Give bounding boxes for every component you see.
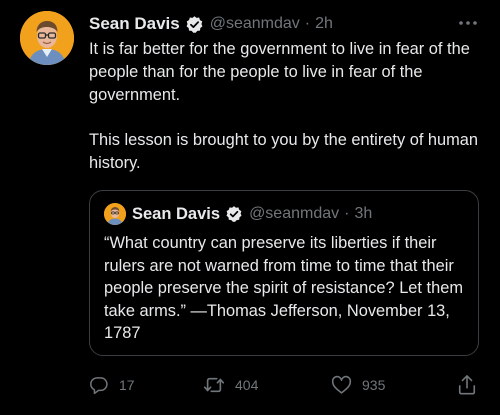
like-button[interactable]: 935: [331, 372, 385, 398]
tweet-paragraph: It is far better for the government to l…: [89, 40, 470, 104]
tweet-timestamp[interactable]: 2h: [315, 15, 333, 33]
avatar-portrait-icon: [104, 203, 126, 225]
quoted-tweet-text: “What country can preserve its liberties…: [104, 234, 463, 342]
quoted-tweet-timestamp[interactable]: 3h: [354, 205, 372, 223]
share-icon: [458, 375, 476, 395]
share-button[interactable]: [457, 372, 477, 398]
tweet-paragraph: This lesson is brought to you by the ent…: [89, 131, 479, 172]
retweet-icon: [203, 377, 225, 393]
avatar-portrait-icon: [20, 11, 74, 65]
reply-icon: [90, 377, 108, 395]
tweet[interactable]: Sean Davis @seanmdav · 2h It is far bett…: [0, 0, 500, 415]
reply-count: 17: [119, 377, 135, 393]
author-name[interactable]: Sean Davis: [89, 14, 180, 34]
tweet-text: It is far better for the government to l…: [89, 38, 484, 175]
more-options-icon[interactable]: [457, 16, 479, 30]
quoted-author-name[interactable]: Sean Davis: [132, 205, 220, 224]
reply-button[interactable]: 17: [89, 372, 135, 398]
retweet-button[interactable]: 404: [203, 372, 258, 398]
header-separator: ·: [304, 15, 311, 32]
like-count: 935: [362, 377, 386, 393]
tweet-header: Sean Davis @seanmdav · 2h: [89, 12, 333, 36]
quoted-tweet-header: Sean Davis @seanmdav · 3h: [132, 203, 372, 225]
quoted-avatar[interactable]: [104, 203, 126, 225]
verified-badge-icon: [225, 205, 243, 223]
tweet-actions: 17 404 935: [0, 372, 500, 398]
author-handle[interactable]: @seanmdav: [210, 15, 300, 33]
header-separator: ·: [344, 205, 350, 222]
avatar[interactable]: [20, 11, 74, 65]
retweet-count: 404: [235, 377, 259, 393]
heart-icon: [331, 375, 352, 394]
quoted-author-handle[interactable]: @seanmdav: [249, 205, 339, 223]
quoted-tweet[interactable]: Sean Davis @seanmdav · 3h “What country …: [89, 190, 479, 356]
verified-badge-icon: [185, 15, 204, 34]
